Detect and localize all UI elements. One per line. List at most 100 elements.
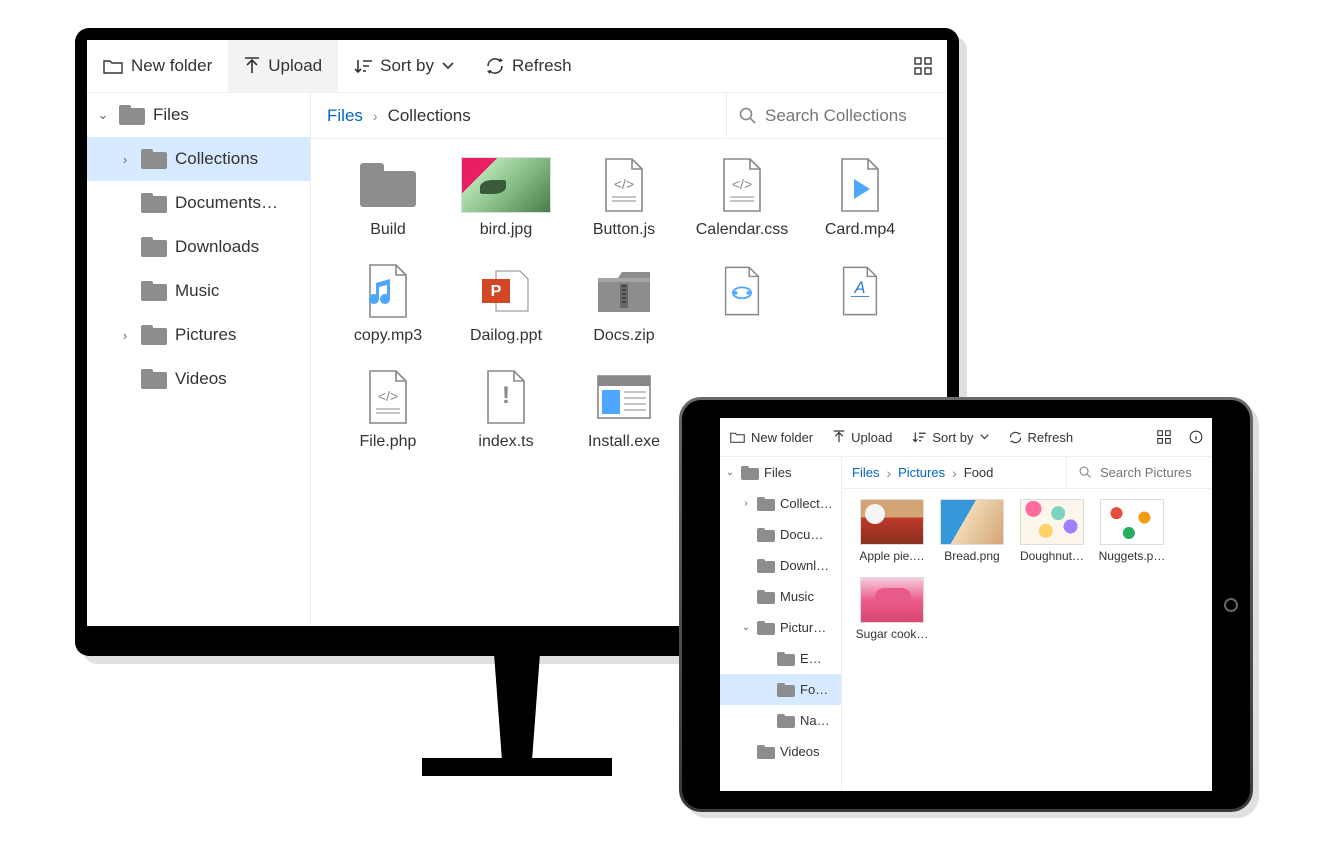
upload-button[interactable]: Upload [823, 418, 902, 456]
content-header: Files › Pictures › Food [842, 457, 1212, 489]
folder-icon [119, 105, 145, 125]
tree-item[interactable]: ›Collect… [720, 488, 841, 519]
tree-item-downloads[interactable]: Downloads [87, 225, 310, 269]
tree-item-videos[interactable]: Videos [720, 736, 841, 767]
code-file-icon: </> [366, 369, 410, 425]
file-item-code[interactable]: </> File.php [329, 369, 447, 451]
content-pane: Files › Pictures › Food Apple pie.… [842, 457, 1212, 791]
tree-item[interactable]: Docu… [720, 519, 841, 550]
svg-text:</>: </> [378, 388, 398, 404]
tree-item-pictures[interactable]: ⌄Pictur… [720, 612, 841, 643]
folder-icon [141, 325, 167, 345]
search-icon [1079, 466, 1092, 479]
file-item-image[interactable]: Sugar cook… [852, 577, 932, 641]
zip-file-icon [596, 268, 652, 314]
tree-root[interactable]: ⌄ Files [87, 93, 310, 137]
file-item-ppt[interactable]: P Dailog.ppt [447, 263, 565, 345]
upload-button[interactable]: Upload [228, 40, 338, 92]
sort-by-button[interactable]: Sort by [902, 418, 998, 456]
tree-item-collections[interactable]: › Collections [87, 137, 310, 181]
file-item-image[interactable]: bird.jpg [447, 157, 565, 239]
file-label: Apple pie.… [859, 549, 924, 563]
image-thumbnail [860, 499, 924, 545]
svg-text:A: A [854, 279, 866, 297]
new-folder-button[interactable]: New folder [87, 40, 228, 92]
tree-item-label: Fo… [800, 682, 828, 697]
file-item-clipped[interactable]: x [683, 263, 801, 345]
refresh-button[interactable]: Refresh [999, 418, 1084, 456]
grid-icon [914, 57, 932, 75]
tree-item[interactable]: Downl… [720, 550, 841, 581]
chevron-right-icon: › [740, 498, 752, 509]
upload-label: Upload [851, 430, 892, 445]
file-item-code[interactable]: </> Calendar.css [683, 157, 801, 239]
chevron-right-icon: › [117, 328, 133, 343]
folder-icon [757, 528, 775, 542]
refresh-label: Refresh [1028, 430, 1074, 445]
tree-item-label: Pictur… [780, 620, 826, 635]
tree-item-food[interactable]: Fo… [720, 674, 841, 705]
refresh-icon [486, 57, 504, 75]
tree-item[interactable]: Na… [720, 705, 841, 736]
search-input[interactable] [1100, 465, 1200, 480]
search-box[interactable] [1066, 457, 1212, 488]
tree-item-label: Music [175, 281, 219, 301]
file-item-image[interactable]: Doughnut… [1012, 499, 1092, 563]
view-grid-button[interactable] [899, 40, 947, 92]
search-box[interactable] [726, 93, 947, 138]
content-header: Files › Collections [311, 93, 947, 139]
file-item-audio[interactable]: copy.mp3 [329, 263, 447, 345]
folder-plus-icon [103, 58, 123, 74]
code-file-icon: </> [720, 157, 764, 213]
breadcrumb: Files › Pictures › Food [842, 465, 1003, 481]
tablet-app: New folder Upload Sort by Refresh [720, 418, 1212, 791]
file-item-zip[interactable]: Docs.zip [565, 263, 683, 345]
tree-root-label: Files [764, 465, 791, 480]
new-folder-label: New folder [131, 56, 212, 76]
folder-icon [757, 559, 775, 573]
file-item-code[interactable]: </> Button.js [565, 157, 683, 239]
file-label: Install.exe [588, 433, 660, 451]
tree-item-videos[interactable]: Videos [87, 357, 310, 401]
sort-icon [354, 58, 372, 74]
exe-file-icon [596, 374, 652, 420]
tree-item-pictures[interactable]: › Pictures [87, 313, 310, 357]
new-folder-button[interactable]: New folder [720, 418, 823, 456]
refresh-button[interactable]: Refresh [470, 40, 588, 92]
file-item-ts[interactable]: ! index.ts [447, 369, 565, 451]
tree-item[interactable]: E… [720, 643, 841, 674]
breadcrumb-current: Food [964, 465, 994, 480]
tree-item-music[interactable]: Music [87, 269, 310, 313]
file-item-exe[interactable]: Install.exe [565, 369, 683, 451]
chevron-down-icon [980, 434, 989, 440]
breadcrumb-root[interactable]: Files [327, 106, 363, 126]
tree-item-label: Collections [175, 149, 258, 169]
tree-item-documents[interactable]: Documents… [87, 181, 310, 225]
file-item-folder[interactable]: Build [329, 157, 447, 239]
chevron-right-icon: › [952, 465, 957, 481]
view-grid-button[interactable] [1148, 418, 1180, 456]
file-label: Docs.zip [593, 327, 654, 345]
file-item-image[interactable]: Nuggets.p… [1092, 499, 1172, 563]
chevron-down-icon: ⌄ [95, 107, 111, 123]
breadcrumb-root[interactable]: Files [852, 465, 879, 480]
file-label: Nuggets.p… [1099, 549, 1166, 563]
tree-item-label: Na… [800, 713, 830, 728]
tree-item-label: Downl… [780, 558, 829, 573]
folder-icon [777, 714, 795, 728]
home-button[interactable] [1224, 598, 1238, 612]
search-input[interactable] [765, 106, 935, 126]
breadcrumb-pictures[interactable]: Pictures [898, 465, 945, 480]
sort-by-button[interactable]: Sort by [338, 40, 470, 92]
tree-root[interactable]: ⌄ Files [720, 457, 841, 488]
monitor-stand [422, 656, 612, 776]
file-item-video[interactable]: Card.mp4 [801, 157, 919, 239]
refresh-label: Refresh [512, 56, 572, 76]
file-item-clipped[interactable]: A x [801, 263, 919, 345]
file-item-image[interactable]: Apple pie.… [852, 499, 932, 563]
file-item-image[interactable]: Bread.png [932, 499, 1012, 563]
tree-root-label: Files [153, 105, 189, 125]
tree-item[interactable]: Music [720, 581, 841, 612]
folder-icon [360, 163, 416, 207]
info-button[interactable] [1180, 418, 1212, 456]
